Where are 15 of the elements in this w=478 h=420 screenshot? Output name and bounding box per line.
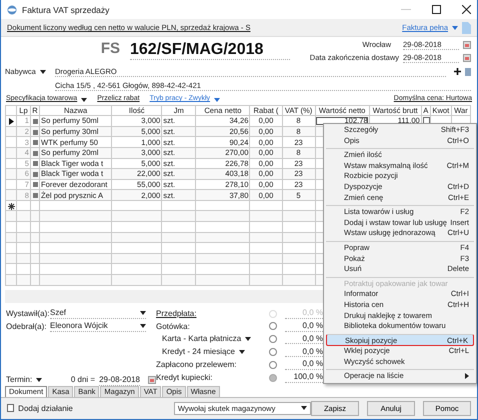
payment-label: Gotówka:	[156, 322, 190, 332]
checkbox-label: Dodaj działanie	[18, 404, 73, 414]
person-select[interactable]: Eleonora Wójcik	[50, 321, 146, 332]
document-number: 162/SF/MAG/2018	[130, 40, 290, 60]
window-title: Faktura VAT sprzedaży	[22, 4, 110, 15]
payment-method-menu[interactable]: Karta - Karta płatnicza	[162, 334, 252, 344]
term-days: 0 dni =	[70, 375, 96, 386]
payment-method-menu[interactable]: Kredyt - 24 miesiące	[162, 347, 245, 357]
person-select[interactable]: Szef	[50, 308, 146, 319]
payment-label: Zapłacono przelewem:	[156, 360, 236, 370]
term-menu[interactable]: Termin:	[6, 375, 50, 386]
document-prefix: FS	[100, 40, 121, 58]
payment-label: Kredyt kupiecki:	[156, 372, 212, 382]
field-label: Odebrał(a):	[6, 322, 48, 332]
field-label: Wystawił(a):	[6, 308, 50, 318]
